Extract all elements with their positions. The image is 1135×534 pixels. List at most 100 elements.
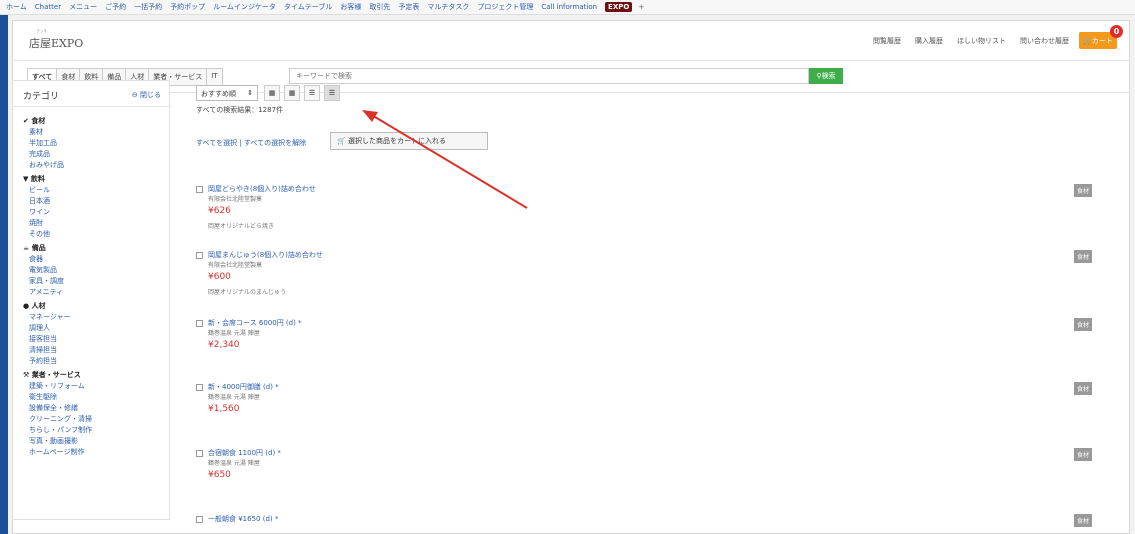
sidebar-item[interactable]: 建築・リフォーム [23, 381, 159, 392]
nav-chatter[interactable]: Chatter [35, 3, 61, 11]
list-detail-icon: ☰ [308, 89, 316, 97]
app-frame: ホーム Chatter メニュー ご予約 一括予約 予約ポップ ルームインジケー… [0, 0, 1135, 534]
product-maker: 有限会社北陸堂製菓 [208, 196, 263, 203]
product-price: ¥650 [208, 470, 231, 480]
deselect-all-link[interactable]: すべての選択を解除 [244, 139, 306, 147]
sort-select[interactable]: おすすめ順 ⇕ [196, 85, 258, 101]
product-price: ¥600 [208, 272, 231, 282]
category-tag: 食材 [1074, 184, 1093, 197]
product-maker: 鶴巻温泉 元湯 陣屋 [208, 330, 260, 337]
results-content: おすすめ順 ⇕ ▦ ▦ ☰ ☰ すべての検索結果：1287件 すべてを選択 | … [190, 80, 1110, 527]
category-equipment[interactable]: ☕ 備品 [23, 243, 159, 253]
category-services[interactable]: ⚒ 業者・サービス [23, 370, 159, 380]
separator: | [239, 139, 242, 147]
sidebar-item[interactable]: 調理人 [23, 323, 159, 334]
sidebar-item[interactable]: その他 [23, 229, 159, 240]
top-nav: ホーム Chatter メニュー ご予約 一括予約 予約ポップ ルームインジケー… [0, 0, 1135, 15]
select-all-link[interactable]: すべてを選択 [196, 139, 237, 147]
sidebar-item[interactable]: アメニティ [23, 287, 159, 298]
nav-project[interactable]: プロジェクト管理 [477, 2, 533, 12]
category-drinks[interactable]: ▼ 飲料 [23, 174, 159, 184]
nav-accounts[interactable]: 取引先 [369, 2, 390, 12]
product-maker: 鶴巻温泉 元湯 陣屋 [208, 394, 260, 401]
sidebar-item[interactable]: 家具・調度 [23, 276, 159, 287]
sidebar-item[interactable]: マネージャー [23, 312, 159, 323]
nav-home[interactable]: ホーム [6, 2, 27, 12]
product-desc: 岡屋オリジナルのまんじゅう [208, 289, 287, 296]
person-icon: ● [23, 302, 32, 310]
sidebar-item[interactable]: ホームページ制作 [23, 447, 159, 458]
nav-multitask[interactable]: マルチタスク [427, 2, 469, 12]
sidebar-item[interactable]: 食器 [23, 254, 159, 265]
view-grid-large-button[interactable]: ▦ [264, 85, 280, 101]
nav-call-info[interactable]: Call information [541, 3, 597, 11]
nav-menu[interactable]: メニュー [69, 2, 97, 12]
product-name[interactable]: 新・会席コース 6000円 (d) * [208, 318, 302, 328]
add-to-cart-label: 選択した商品をカートに入れる [347, 137, 446, 145]
product-name[interactable]: 新・4000円御膳 (d) * [208, 382, 279, 392]
sidebar-item[interactable]: 接客担当 [23, 334, 159, 345]
nav-timetable[interactable]: タイムテーブル [284, 2, 332, 12]
nav-bulk-reservation[interactable]: 一括予約 [134, 2, 162, 12]
sidebar-item[interactable]: クリーニング・清掃 [23, 414, 159, 425]
purchase-history-link[interactable]: 購入履歴 [915, 36, 943, 46]
product-name[interactable]: 岡屋まんじゅう(8個入り)詰め合わせ [208, 250, 323, 260]
sidebar-close-label: 閉じる [140, 91, 161, 99]
product-name[interactable]: 合宿朝食 1100円 (d) * [208, 448, 281, 458]
sidebar-body: ✔ 食材 素材 半加工品 完成品 おみやげ品 ▼ 飲料 ビール 日本酒 ワイン … [13, 107, 169, 464]
inquiry-history-link[interactable]: 問い合わせ履歴 [1020, 36, 1069, 46]
nav-expo-tab[interactable]: EXPO [605, 2, 633, 12]
view-list-detail-button[interactable]: ☰ [304, 85, 320, 101]
add-selected-to-cart-button[interactable]: 🛒 選択した商品をカートに入れる [330, 132, 488, 150]
sidebar-item[interactable]: 焼酎 [23, 218, 159, 229]
nav-reservation-pop[interactable]: 予約ポップ [170, 2, 205, 12]
item-checkbox[interactable] [196, 384, 203, 391]
sidebar-item[interactable]: ちらし・パンフ制作 [23, 425, 159, 436]
sidebar-item[interactable]: 素材 [23, 127, 159, 138]
nav-calendar[interactable]: 予定表 [398, 2, 419, 12]
sidebar-item[interactable]: おみやげ品 [23, 160, 159, 171]
item-checkbox[interactable] [196, 516, 203, 523]
item-checkbox[interactable] [196, 450, 203, 457]
sidebar-item[interactable]: 完成品 [23, 149, 159, 160]
category-tag: 食材 [1074, 318, 1093, 331]
site-logo[interactable]: 店屋EXPO [29, 35, 83, 51]
view-grid-small-button[interactable]: ▦ [284, 85, 300, 101]
category-sidebar: カテゴリ ⊖ 閉じる ✔ 食材 素材 半加工品 完成品 おみやげ品 ▼ 飲料 ビ… [12, 80, 170, 520]
nav-customers[interactable]: お客様 [340, 2, 361, 12]
item-checkbox[interactable] [196, 186, 203, 193]
sidebar-title: カテゴリ [23, 92, 60, 102]
category-staff[interactable]: ● 人材 [23, 301, 159, 311]
item-checkbox[interactable] [196, 320, 203, 327]
sidebar-item[interactable]: 日本酒 [23, 196, 159, 207]
sidebar-item[interactable]: ビール [23, 185, 159, 196]
sidebar-item[interactable]: 設備保全・修繕 [23, 403, 159, 414]
category-food[interactable]: ✔ 食材 [23, 116, 159, 126]
logo-ruby: ﾃﾝﾔ [37, 29, 48, 35]
sidebar-item[interactable]: 電気製品 [23, 265, 159, 276]
product-price: ¥626 [208, 206, 231, 216]
view-list-button[interactable]: ☰ [324, 85, 340, 101]
wishlist-link[interactable]: ほしい物リスト [957, 36, 1006, 46]
sidebar-item[interactable]: 清掃担当 [23, 345, 159, 356]
nav-room-indicator[interactable]: ルームインジケータ [213, 2, 276, 12]
category-tag: 食材 [1074, 448, 1093, 461]
item-checkbox[interactable] [196, 252, 203, 259]
nav-add-tab[interactable]: + [638, 3, 644, 11]
history-link[interactable]: 閲覧履歴 [873, 36, 901, 46]
product-name[interactable]: 一般朝食 ¥1650 (d) * [208, 514, 278, 524]
nav-reservation[interactable]: ご予約 [105, 2, 126, 12]
sidebar-item[interactable]: 予約担当 [23, 356, 159, 367]
sidebar-item[interactable]: 半加工品 [23, 138, 159, 149]
grid-small-icon: ▦ [288, 89, 296, 97]
glass-icon: ▼ [23, 175, 31, 183]
product-name[interactable]: 岡屋どらやき(8個入り)詰め合わせ [208, 184, 316, 194]
grid-large-icon: ▦ [268, 89, 276, 97]
sidebar-item[interactable]: ワイン [23, 207, 159, 218]
cart-icon: 🛒 [1083, 36, 1092, 45]
result-count: すべての検索結果：1287件 [196, 106, 284, 114]
sidebar-close-button[interactable]: ⊖ 閉じる [132, 90, 161, 100]
sidebar-item[interactable]: 写真・動画撮影 [23, 436, 159, 447]
header-links: 閲覧履歴 購入履歴 ほしい物リスト 問い合わせ履歴 [859, 36, 1069, 46]
sidebar-item[interactable]: 衛生駆除 [23, 392, 159, 403]
